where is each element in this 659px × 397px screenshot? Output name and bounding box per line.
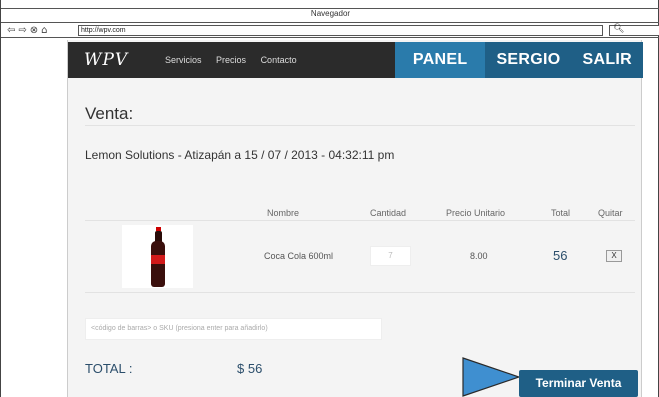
column-header-name: Nombre: [267, 208, 300, 218]
browser-search-input[interactable]: 🔍︎: [609, 24, 659, 36]
browser-nav-buttons: ⇦ ⇨ ⊗ ⌂: [7, 25, 51, 36]
column-header-remove: Quitar: [598, 208, 623, 218]
browser-title: Navegador: [310, 9, 351, 18]
finish-sale-button[interactable]: Terminar Venta: [519, 370, 638, 397]
total-amount: $ 56: [237, 361, 263, 376]
browser-window: Navegador ⇦ ⇨ ⊗ ⌂ http://wpv.com 🔍︎ WPV Ser…: [0, 0, 659, 397]
app-header: WPV Servicios Precios Contacto PANEL SER…: [68, 42, 643, 78]
arrow-right-icon: [462, 357, 520, 397]
divider: [85, 292, 635, 293]
item-unit-price: 8.00: [470, 251, 488, 261]
forward-icon[interactable]: ⇨: [18, 25, 27, 36]
quantity-input[interactable]: 7: [370, 246, 411, 266]
menu-item-precios[interactable]: Precios: [216, 55, 246, 65]
header-actions: PANEL SERGIO SALIR: [394, 42, 644, 78]
divider: [85, 220, 635, 221]
user-button[interactable]: SERGIO: [485, 42, 571, 78]
total-label: TOTAL :: [85, 361, 133, 376]
logout-button[interactable]: SALIR: [572, 42, 644, 78]
menu-item-contacto[interactable]: Contacto: [261, 55, 297, 65]
remove-item-button[interactable]: X: [606, 250, 622, 262]
back-icon[interactable]: ⇦: [7, 25, 16, 36]
panel-button[interactable]: PANEL: [394, 42, 486, 78]
main-menu: Servicios Precios Contacto: [165, 55, 309, 65]
column-header-total: Total: [551, 208, 571, 218]
search-icon: 🔍︎: [613, 24, 625, 34]
home-icon[interactable]: ⌂: [41, 25, 48, 36]
menu-item-servicios[interactable]: Servicios: [165, 55, 202, 65]
soda-bottle-icon: [151, 227, 165, 287]
barcode-input[interactable]: <código de barras> o SKU (presiona enter…: [85, 318, 382, 340]
app-logo[interactable]: WPV: [84, 50, 128, 70]
browser-toolbar: ⇦ ⇨ ⊗ ⌂ http://wpv.com 🔍︎: [1, 22, 659, 38]
divider: [85, 125, 635, 126]
stop-icon[interactable]: ⊗: [30, 25, 39, 36]
sale-subtitle: Lemon Solutions - Atizapán a 15 / 07 / 2…: [85, 148, 395, 162]
column-header-unit-price: Precio Unitario: [446, 208, 506, 218]
page-content: WPV Servicios Precios Contacto PANEL SER…: [67, 40, 643, 397]
item-name: Coca Cola 600ml: [264, 251, 334, 261]
item-total: 56: [553, 248, 568, 263]
column-header-quantity: Cantidad: [370, 208, 407, 218]
product-image: [122, 225, 193, 288]
page-title: Venta:: [85, 104, 134, 123]
url-input[interactable]: http://wpv.com: [78, 25, 603, 36]
